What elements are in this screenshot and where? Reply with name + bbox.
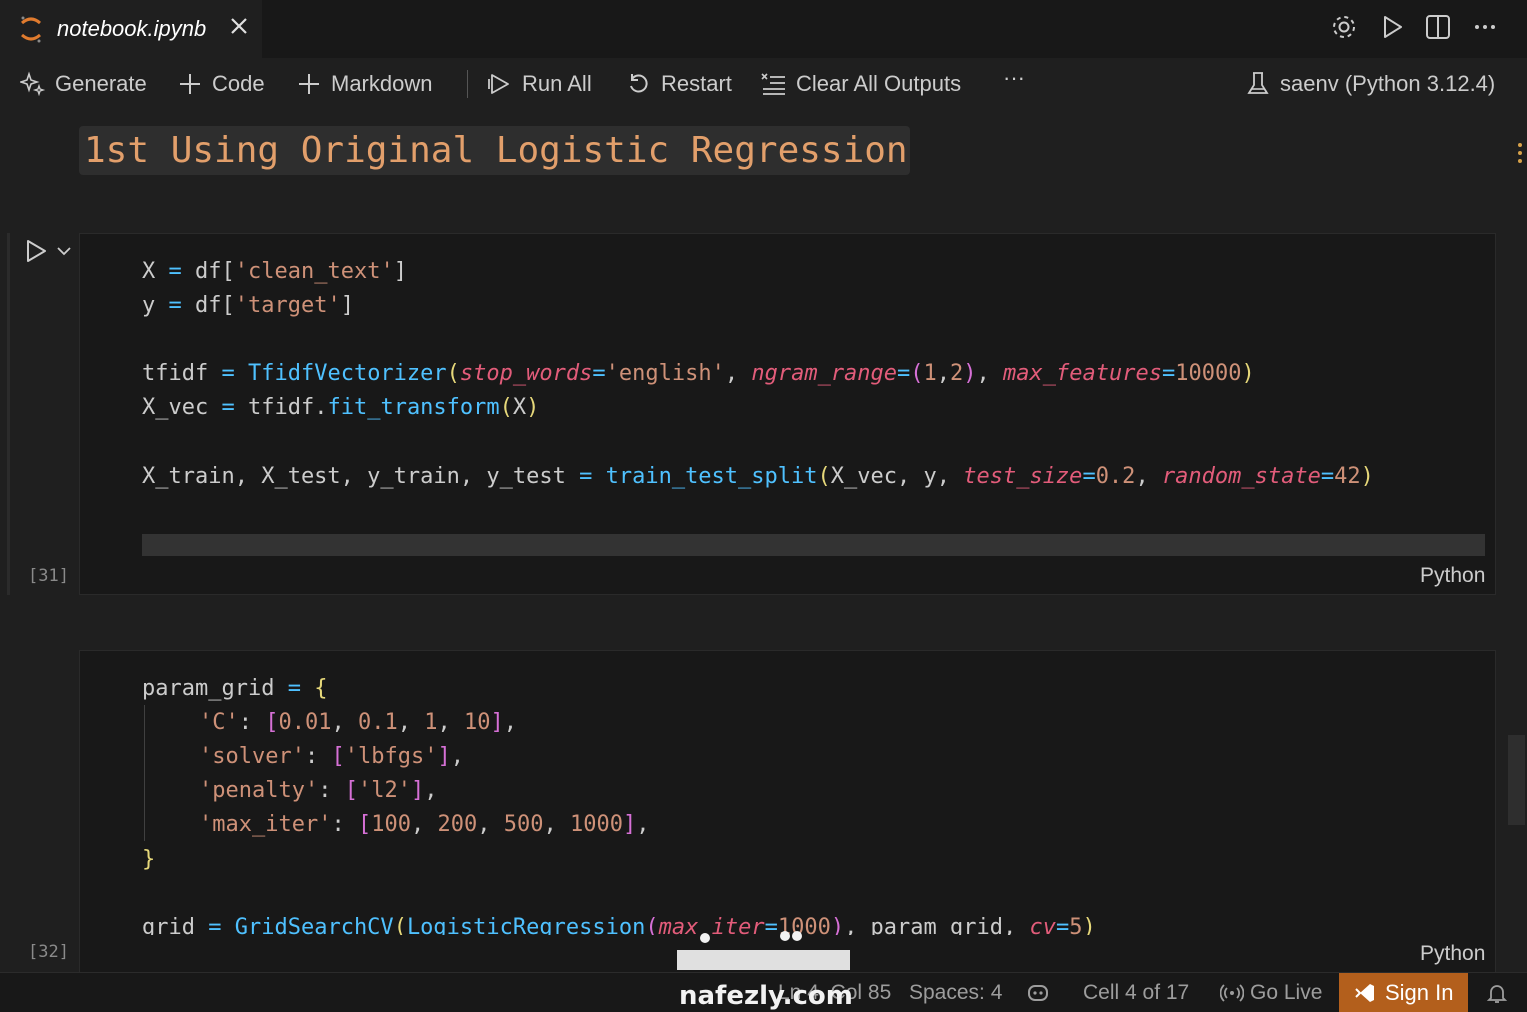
nafezly-logo: nafezly.com: [677, 931, 853, 1011]
jupyter-icon: [21, 16, 41, 43]
cell-input-bar[interactable]: [142, 534, 1485, 556]
code-line: 'penalty': ['l2'],: [199, 778, 438, 803]
cell-language[interactable]: Python: [1420, 942, 1485, 966]
scrollbar-thumb[interactable]: [1508, 735, 1525, 825]
sign-in-button[interactable]: Sign In: [1339, 973, 1468, 1012]
restart-icon: [630, 74, 648, 93]
restart-button[interactable]: Restart: [626, 66, 732, 102]
code-line: X_train, X_test, y_train, y_test = train…: [142, 464, 1374, 489]
clear-all-outputs-label: Clear All Outputs: [796, 71, 962, 96]
code-line: y = df['target']: [142, 293, 354, 318]
kernel-picker[interactable]: saenv (Python 3.12.4): [1245, 66, 1495, 102]
cell-focus-indicator: [7, 233, 10, 595]
watermark-text: nafezly.com: [679, 981, 853, 1011]
tab-label: notebook.ipynb: [57, 16, 207, 41]
code-line: grid = GridSearchCV(LogisticRegression(m…: [142, 915, 1096, 935]
code-line: 'solver': ['lbfgs'],: [199, 744, 464, 769]
notebook-toolbar: Generate Code Markdown Run All Restart C…: [0, 58, 1527, 110]
markdown-heading[interactable]: 1st Using Original Logistic Regression: [79, 126, 910, 175]
chevron-down-icon[interactable]: [56, 244, 72, 258]
vscode-icon: [1355, 984, 1374, 1002]
markdown-label: Markdown: [331, 71, 433, 96]
code-cell[interactable]: X = df['clean_text'] y = df['target'] tf…: [79, 233, 1496, 595]
sign-in-label: Sign In: [1385, 980, 1454, 1005]
flask-icon: [1247, 72, 1269, 94]
kernel-label: saenv (Python 3.12.4): [1280, 71, 1496, 96]
code-line: 'C': [0.01, 0.1, 1, 10],: [199, 710, 517, 735]
bell-icon: [1486, 985, 1508, 1003]
code-line: 'max_iter': [100, 200, 500, 1000],: [199, 812, 650, 837]
clear-all-icon: [761, 73, 785, 95]
add-markdown-button[interactable]: Markdown: [296, 66, 432, 102]
code-line: tfidf = TfidfVectorizer(stop_words='engl…: [142, 361, 1255, 386]
run-cell-icon[interactable]: [24, 238, 50, 264]
gear-icon[interactable]: [1329, 12, 1359, 42]
go-live-label: Go Live: [1250, 981, 1323, 1004]
execution-count: [32]: [28, 942, 69, 962]
code-label: Code: [212, 71, 265, 96]
run-all-label: Run All: [522, 71, 592, 96]
run-all-button[interactable]: Run All: [487, 66, 592, 102]
cell-indicator[interactable]: Cell 4 of 17: [1083, 981, 1189, 1005]
go-live-button[interactable]: Go Live: [1220, 981, 1322, 1005]
add-code-button[interactable]: Code: [177, 66, 265, 102]
watermark-logo: nafezly.com: [665, 918, 865, 1012]
split-editor-icon[interactable]: [1423, 12, 1453, 42]
cell-language[interactable]: Python: [1420, 564, 1485, 588]
code-line: X = df['clean_text']: [142, 259, 407, 284]
broadcast-icon: [1220, 984, 1244, 1002]
notifications-button[interactable]: [1485, 981, 1509, 1005]
code-line: param_grid = {: [142, 676, 328, 701]
code-line: }: [142, 847, 156, 872]
plus-icon: [180, 74, 200, 94]
copilot-button[interactable]: [1026, 981, 1050, 1005]
close-icon[interactable]: [226, 13, 252, 39]
generate-button[interactable]: Generate: [20, 66, 147, 102]
code-line: X_vec = tfidf.fit_transform(X): [142, 395, 540, 420]
tab-notebook[interactable]: notebook.ipynb: [0, 0, 262, 58]
generate-label: Generate: [55, 71, 147, 96]
toolbar-more-button[interactable]: ···: [1003, 60, 1025, 96]
execution-count: [31]: [28, 566, 69, 586]
more-label: ···: [1003, 65, 1025, 90]
editor-tab-bar: notebook.ipynb: [0, 0, 1527, 58]
toolbar-divider: [467, 70, 468, 98]
run-icon[interactable]: [1377, 12, 1407, 42]
indent-guide: [144, 705, 145, 841]
more-actions-icon[interactable]: [1470, 12, 1500, 42]
sparkle-icon: [20, 71, 46, 97]
indentation[interactable]: Spaces: 4: [909, 981, 1002, 1005]
cell-marker: [1518, 143, 1525, 163]
run-all-icon: [488, 74, 509, 94]
copilot-icon: [1028, 985, 1048, 1001]
plus-icon: [299, 74, 319, 94]
clear-all-outputs-button[interactable]: Clear All Outputs: [761, 66, 961, 102]
restart-label: Restart: [661, 71, 732, 96]
